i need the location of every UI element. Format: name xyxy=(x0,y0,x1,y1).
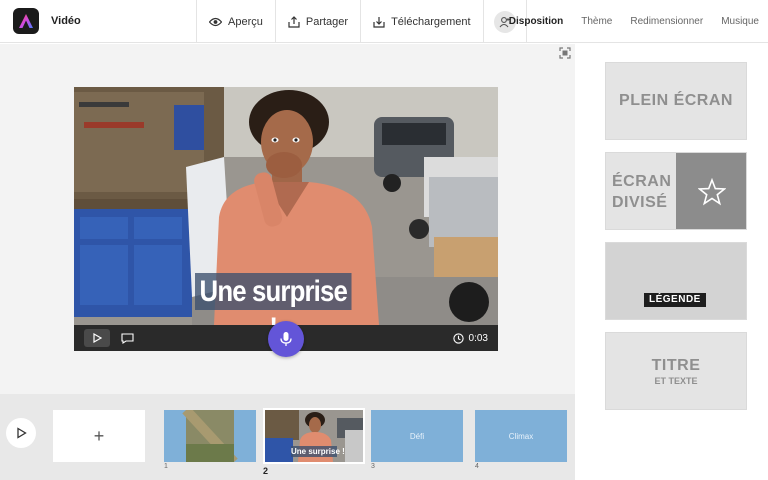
preview-button-label: Aperçu xyxy=(228,15,263,28)
fit-screen-icon[interactable] xyxy=(559,47,571,59)
slide-thumbnail-4[interactable]: Climax xyxy=(475,410,567,462)
tab-music[interactable]: Musique xyxy=(712,16,768,27)
slide-label: Défi xyxy=(409,431,425,441)
slide-thumbnail-1[interactable] xyxy=(164,410,256,462)
top-bar: Vidéo Aperçu Partager Téléchargement Dis… xyxy=(0,0,768,43)
timeline: + 1 Une surprise ! 2 Défi 3 Climax 4 xyxy=(0,394,575,480)
download-button[interactable]: Téléchargement xyxy=(360,0,483,43)
split-screen-text: ÉCRAN DIVISÉ xyxy=(606,153,676,229)
layout-full-screen-label: PLEIN ÉCRAN xyxy=(619,92,733,109)
split-screen-media xyxy=(676,153,746,229)
slide-number-1: 1 xyxy=(164,463,168,470)
slide-thumbnail-3[interactable]: Défi xyxy=(371,410,463,462)
app-title: Vidéo xyxy=(51,15,81,27)
layout-caption-label: LÉGENDE xyxy=(644,293,706,307)
layout-panel: PLEIN ÉCRAN ÉCRAN DIVISÉ LÉGENDE TITRE E… xyxy=(575,44,768,480)
share-button[interactable]: Partager xyxy=(274,0,360,43)
slide-thumbnail-2[interactable]: Une surprise ! xyxy=(263,408,365,464)
video-caption[interactable]: Une surprise ! xyxy=(195,273,352,345)
time-value: 0:03 xyxy=(468,332,488,344)
tab-resize[interactable]: Redimensionner xyxy=(621,16,712,27)
play-button[interactable] xyxy=(84,329,110,347)
comment-icon xyxy=(120,332,134,344)
play-icon xyxy=(93,333,102,343)
toolbar-actions: Aperçu Partager Téléchargement xyxy=(196,0,527,43)
adobe-express-logo-icon[interactable] xyxy=(13,8,39,34)
layout-title-label: TITRE xyxy=(651,356,701,374)
layout-split-screen[interactable]: ÉCRAN DIVISÉ xyxy=(605,152,747,230)
slide-2-caption: Une surprise ! xyxy=(291,446,345,457)
add-slide-button[interactable]: + xyxy=(53,410,145,462)
eye-icon xyxy=(209,17,222,26)
layout-full-screen[interactable]: PLEIN ÉCRAN xyxy=(605,62,747,140)
slide-label xyxy=(164,410,256,462)
layout-title-text[interactable]: TITRE ET TEXTE xyxy=(605,332,747,410)
app-window: Vidéo Aperçu Partager Téléchargement Dis… xyxy=(0,0,768,480)
side-panel-tabs: Disposition Thème Redimensionner Musique xyxy=(500,0,768,43)
layout-title-sub-label: ET TEXTE xyxy=(654,375,698,386)
download-icon xyxy=(373,16,385,28)
slide-number-4: 4 xyxy=(475,463,479,470)
slide-label: Climax xyxy=(508,431,534,441)
split-label-line1: ÉCRAN xyxy=(612,173,672,190)
time-display: 0:03 xyxy=(452,325,488,351)
share-icon xyxy=(288,15,300,28)
download-button-label: Téléchargement xyxy=(391,15,471,28)
record-voice-button[interactable] xyxy=(268,321,304,357)
caption-toggle-button[interactable] xyxy=(114,329,140,347)
share-button-label: Partager xyxy=(305,15,349,28)
slide-number-3: 3 xyxy=(371,463,375,470)
tab-disposition[interactable]: Disposition xyxy=(500,16,572,27)
tab-theme[interactable]: Thème xyxy=(572,16,621,27)
microphone-icon xyxy=(280,332,292,346)
slide-number-2: 2 xyxy=(263,466,269,476)
layout-caption[interactable]: LÉGENDE xyxy=(605,242,747,320)
preview-button[interactable]: Aperçu xyxy=(196,0,275,43)
clock-icon xyxy=(452,332,464,344)
star-icon xyxy=(698,178,726,206)
play-icon xyxy=(17,427,27,439)
play-all-button[interactable] xyxy=(6,418,36,448)
split-label-line2: DIVISÉ xyxy=(612,194,668,211)
